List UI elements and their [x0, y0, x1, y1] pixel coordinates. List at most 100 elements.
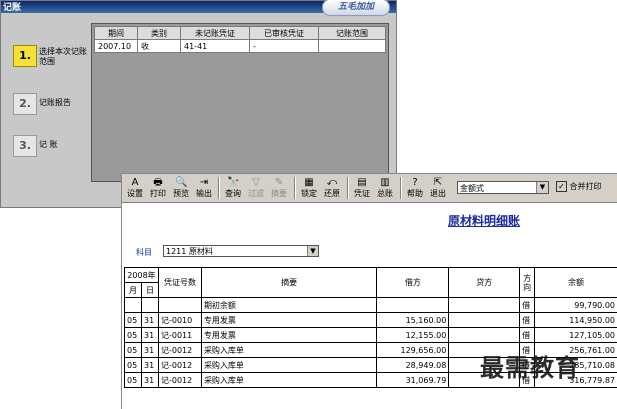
- subject-select[interactable]: 1211 原材料 ▼: [163, 245, 319, 257]
- summary-header: 摘要: [201, 268, 376, 298]
- cell-credit: [449, 328, 520, 343]
- col-category: 类别: [138, 27, 181, 40]
- button-label: 输出: [196, 189, 212, 198]
- cell-month: 05: [125, 313, 142, 328]
- credit-header: 贷方: [449, 268, 520, 298]
- help-icon: ?: [409, 177, 421, 188]
- balance-header: 余额: [535, 268, 617, 298]
- step-select-range[interactable]: 1. 选择本次记账范围: [7, 45, 87, 69]
- toolbar-divider: [294, 177, 296, 199]
- col-audited: 已审核凭证: [250, 27, 319, 40]
- cell-summary: 采购入库单: [201, 343, 376, 358]
- step-label: 选择本次记账范围: [39, 47, 89, 67]
- print-button[interactable]: 🖶打印: [148, 176, 168, 200]
- restore-button[interactable]: ⤺还原: [322, 176, 342, 200]
- chevron-down-icon[interactable]: ▼: [307, 246, 318, 256]
- button-label: 查询: [225, 189, 241, 198]
- cell-debit: [377, 298, 449, 313]
- lock-icon: ▦: [303, 177, 315, 188]
- table-row[interactable]: 期初余额 借 99,790.00: [125, 298, 617, 313]
- button-label: 过滤: [248, 189, 264, 198]
- cell-summary: 采购入库单: [201, 373, 376, 388]
- toolbar-divider: [400, 177, 402, 199]
- button-label: 总账: [377, 189, 393, 198]
- table-row[interactable]: 05 31 记-0010 专用发票 15,160.00 借 114,950.00: [125, 313, 617, 328]
- step-label: 记账报告: [39, 98, 89, 108]
- settings-button[interactable]: A设置: [125, 176, 145, 200]
- preview-button[interactable]: 🔍预览: [171, 176, 191, 200]
- button-label: 退出: [430, 189, 446, 198]
- ledger-icon: ▥: [379, 177, 391, 188]
- button-label: 摘要: [271, 189, 287, 198]
- cell-month: 05: [125, 358, 142, 373]
- voucher-button[interactable]: ▤凭证: [352, 176, 372, 200]
- title-bar: 记账 五毛加加: [1, 1, 396, 13]
- export-button[interactable]: ⇥输出: [194, 176, 214, 200]
- button-label: 设置: [127, 189, 143, 198]
- general-ledger-button[interactable]: ▥总账: [375, 176, 395, 200]
- col-range: 记账范围: [319, 27, 386, 40]
- format-select[interactable]: 金额式 ▼: [457, 181, 549, 194]
- restore-icon: ⤺: [326, 177, 338, 188]
- lock-button[interactable]: ▦锁定: [299, 176, 319, 200]
- summary-button[interactable]: ✎摘要: [269, 176, 289, 200]
- query-button[interactable]: 🔭查询: [223, 176, 243, 200]
- voucher-header: 凭证号数: [158, 268, 201, 298]
- window-title: 记账: [3, 0, 21, 13]
- exit-button[interactable]: ⇱退出: [428, 176, 448, 200]
- cell-debit: 12,155.00: [377, 328, 449, 343]
- table-row[interactable]: 2007.10 收 41-41 -: [95, 40, 386, 53]
- export-icon: ⇥: [198, 177, 210, 188]
- settings-icon: A: [129, 177, 141, 188]
- cell-voucher: 记-0012: [158, 358, 201, 373]
- button-label: 打印: [150, 189, 166, 198]
- cell-day: 31: [141, 358, 158, 373]
- step-number: 1.: [13, 45, 37, 67]
- cell-month: 05: [125, 373, 142, 388]
- cell-debit: 129,656.00: [377, 343, 449, 358]
- cell-voucher: 记-0012: [158, 343, 201, 358]
- step-post[interactable]: 3. 记 账: [7, 135, 87, 159]
- cell-day: 31: [141, 313, 158, 328]
- step-number: 3.: [13, 135, 37, 157]
- exit-icon: ⇱: [432, 177, 444, 188]
- cell-direction: 借: [520, 328, 535, 343]
- help-button[interactable]: ?帮助: [405, 176, 425, 200]
- cell-day: [141, 298, 158, 313]
- bookkeeping-range-grid: 期间 类别 未记账凭证 已审核凭证 记账范围 2007.10 收 41-41 -: [91, 23, 389, 182]
- binoculars-icon: 🔭: [227, 177, 239, 188]
- voucher-icon: ▤: [356, 177, 368, 188]
- cell-day: 31: [141, 328, 158, 343]
- cell-debit: 31,069.79: [377, 373, 449, 388]
- cell-summary: 专用发票: [201, 328, 376, 343]
- cell-day: 31: [141, 373, 158, 388]
- button-label: 预览: [173, 189, 189, 198]
- cell-summary: 采购入库单: [201, 358, 376, 373]
- filter-icon: ▽: [250, 177, 262, 188]
- col-period: 期间: [95, 27, 138, 40]
- direction-header: 方向: [520, 268, 535, 298]
- button-label: 帮助: [407, 189, 423, 198]
- cell-month: 05: [125, 328, 142, 343]
- toolbar-divider: [218, 177, 220, 199]
- cell-category: 收: [138, 40, 181, 53]
- merge-print-checkbox[interactable]: ✓ 合并打印: [556, 181, 602, 192]
- cell-audited: -: [250, 40, 319, 53]
- chevron-down-icon[interactable]: ▼: [536, 182, 548, 193]
- report-title: 原材料明细账: [448, 212, 520, 229]
- cell-range-input[interactable]: [319, 40, 386, 53]
- cell-balance: 114,950.00: [535, 313, 617, 328]
- table-row[interactable]: 05 31 记-0011 专用发票 12,155.00 借 127,105.00: [125, 328, 617, 343]
- step-report[interactable]: 2. 记账报告: [7, 93, 87, 117]
- cell-debit: 15,160.00: [377, 313, 449, 328]
- cell-credit: [449, 313, 520, 328]
- merge-print-label: 合并打印: [570, 182, 602, 191]
- format-select-value: 金额式: [460, 184, 484, 193]
- filter-button[interactable]: ▽过滤: [246, 176, 266, 200]
- toolbar-divider: [347, 177, 349, 199]
- cell-balance: 127,105.00: [535, 328, 617, 343]
- cell-balance: 99,790.00: [535, 298, 617, 313]
- checkbox-box[interactable]: ✓: [556, 181, 567, 192]
- button-label: 还原: [324, 189, 340, 198]
- summary-icon: ✎: [273, 177, 285, 188]
